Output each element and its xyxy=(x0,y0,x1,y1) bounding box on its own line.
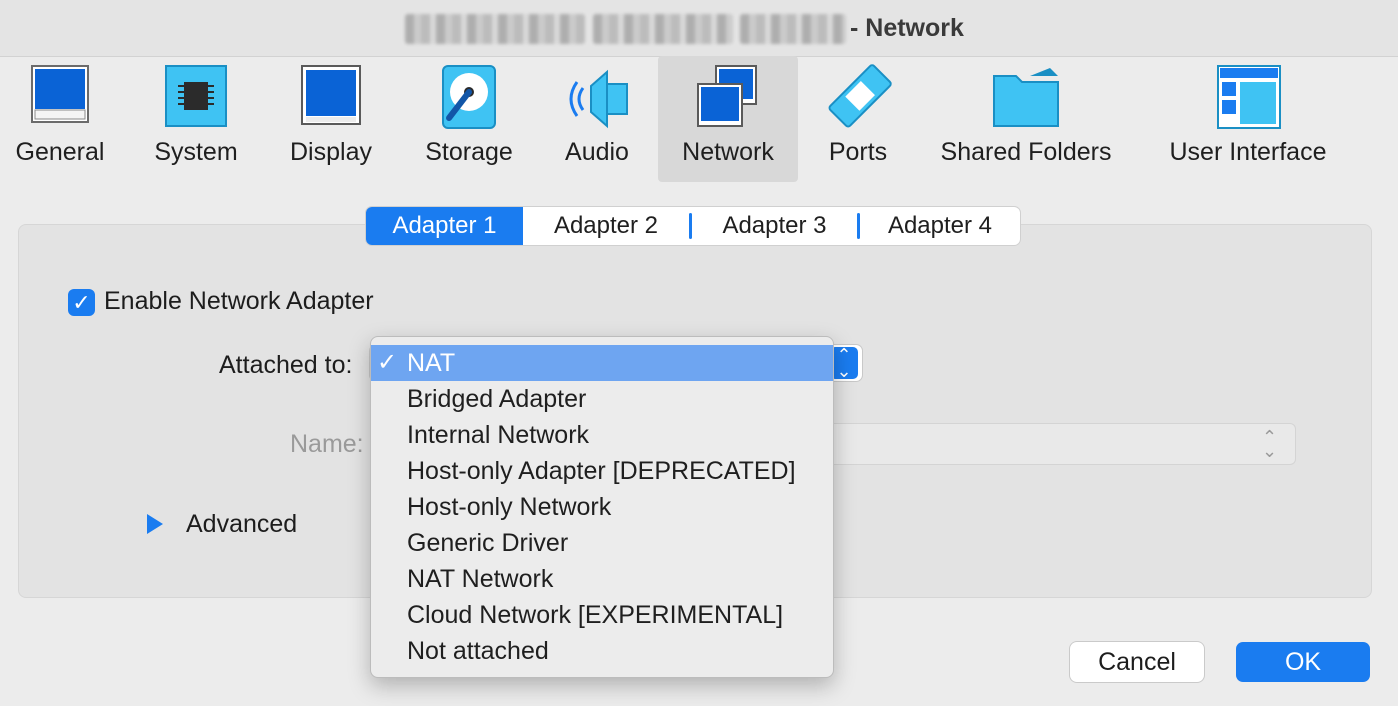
attached-to-label: Attached to: xyxy=(219,351,353,379)
toolbar-network[interactable]: Network xyxy=(658,56,798,182)
menu-item-host-only-adapter[interactable]: Host-only Adapter [DEPRECATED] xyxy=(371,453,833,489)
toolbar-audio[interactable]: Audio xyxy=(548,56,646,182)
menu-item-host-only-network[interactable]: Host-only Network xyxy=(371,489,833,525)
chip-icon xyxy=(165,65,227,127)
enable-adapter-checkbox[interactable]: ✓ xyxy=(68,289,95,316)
toolbar-network-label: Network xyxy=(682,138,774,166)
redacted-vm-name xyxy=(593,14,733,44)
menu-item-bridged-adapter[interactable]: Bridged Adapter xyxy=(371,381,833,417)
folder-icon xyxy=(993,68,1059,127)
tab-adapter-3[interactable]: Adapter 3 xyxy=(692,207,857,245)
disclosure-triangle-icon[interactable] xyxy=(147,514,163,534)
toolbar-shared-folders[interactable]: Shared Folders xyxy=(928,56,1124,182)
name-select[interactable] xyxy=(820,423,1296,465)
menu-item-label: Cloud Network [EXPERIMENTAL] xyxy=(407,601,784,629)
ok-button[interactable]: OK xyxy=(1236,642,1370,682)
toolbar-general-label: General xyxy=(15,138,105,166)
toolbar-display-label: Display xyxy=(290,138,372,166)
menu-item-label: Internal Network xyxy=(407,421,590,449)
toolbar-system-label: System xyxy=(154,138,238,166)
menu-item-nat[interactable]: ✓ NAT xyxy=(371,345,833,381)
menu-item-label: Host-only Adapter [DEPRECATED] xyxy=(407,457,796,485)
menu-item-cloud-network[interactable]: Cloud Network [EXPERIMENTAL] xyxy=(371,597,833,633)
adapter-tabs: Adapter 1 Adapter 2 Adapter 3 Adapter 4 xyxy=(366,207,1020,245)
toolbar-ports[interactable]: Ports xyxy=(808,56,908,182)
redacted-vm-name xyxy=(740,14,846,44)
select-arrows-icon[interactable]: ⌃ ⌄ xyxy=(830,346,858,380)
name-label: Name: xyxy=(290,430,364,458)
toolbar-audio-label: Audio xyxy=(565,138,629,166)
menu-item-nat-network[interactable]: NAT Network xyxy=(371,561,833,597)
cancel-button[interactable]: Cancel xyxy=(1070,642,1204,682)
window-title: - Network xyxy=(850,14,964,42)
menu-item-label: Generic Driver xyxy=(407,529,569,557)
toolbar-general[interactable]: General xyxy=(0,56,120,182)
menu-item-label: NAT xyxy=(407,349,456,377)
tab-adapter-4[interactable]: Adapter 4 xyxy=(860,207,1020,245)
enable-adapter-label: Enable Network Adapter xyxy=(104,287,374,315)
checkmark-icon: ✓ xyxy=(377,349,398,376)
general-icon xyxy=(31,65,89,123)
speaker-icon xyxy=(569,69,628,129)
menu-item-label: Bridged Adapter xyxy=(407,385,587,413)
toolbar-shared-folders-label: Shared Folders xyxy=(940,138,1112,166)
monitor-icon xyxy=(301,65,361,125)
attached-to-menu: ✓ NAT Bridged Adapter Internal Network H… xyxy=(370,336,834,678)
window-layout-icon xyxy=(1217,65,1281,129)
menu-item-label: Host-only Network xyxy=(407,493,612,521)
settings-toolbar: General System Display Storage Audio Net… xyxy=(0,56,1398,184)
tab-adapter-2[interactable]: Adapter 2 xyxy=(523,207,689,245)
menu-item-label: Not attached xyxy=(407,637,549,665)
menu-item-not-attached[interactable]: Not attached xyxy=(371,633,833,669)
toolbar-display[interactable]: Display xyxy=(272,56,390,182)
menu-item-generic-driver[interactable]: Generic Driver xyxy=(371,525,833,561)
advanced-toggle[interactable]: Advanced xyxy=(186,510,297,539)
menu-item-internal-network[interactable]: Internal Network xyxy=(371,417,833,453)
ports-icon xyxy=(828,64,892,128)
network-icon xyxy=(697,65,757,127)
toolbar-storage-label: Storage xyxy=(425,138,513,166)
toolbar-ports-label: Ports xyxy=(828,138,888,166)
name-select-arrows-icon: ⌃ ⌄ xyxy=(1262,427,1278,461)
disk-icon xyxy=(442,65,496,129)
toolbar-storage[interactable]: Storage xyxy=(408,56,530,182)
redacted-vm-name xyxy=(405,14,585,44)
toolbar-user-interface-label: User Interface xyxy=(1169,138,1327,166)
tab-adapter-1[interactable]: Adapter 1 xyxy=(366,207,523,245)
toolbar-user-interface[interactable]: User Interface xyxy=(1150,56,1346,182)
toolbar-system[interactable]: System xyxy=(140,56,252,182)
title-bar: - Network xyxy=(0,0,1398,57)
menu-item-label: NAT Network xyxy=(407,565,554,593)
